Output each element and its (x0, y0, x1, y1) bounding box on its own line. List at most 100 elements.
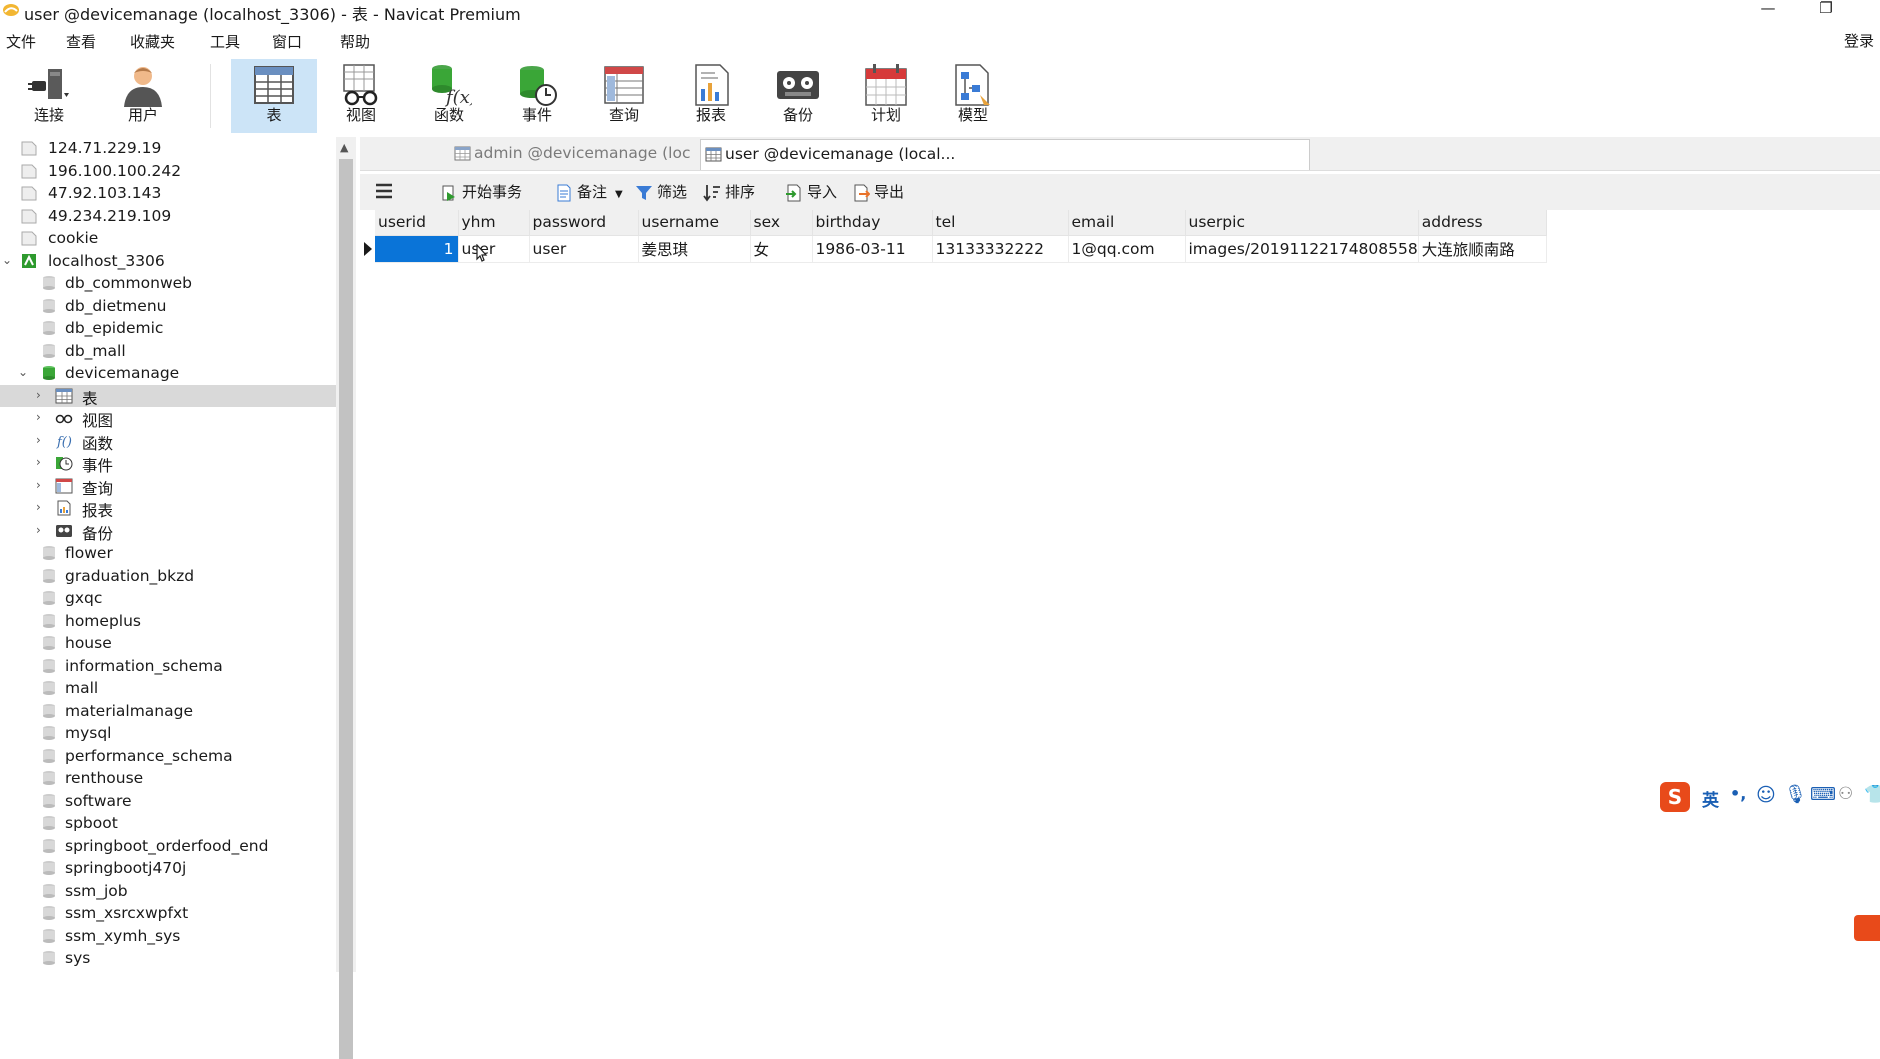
cell-userpic[interactable]: images/20191122174808558 (1185, 235, 1419, 263)
toolbar-table-button[interactable]: 表 (231, 59, 317, 133)
cell-email[interactable]: 1@qq.com (1068, 235, 1186, 263)
toolbar-view-button[interactable]: 视图 (318, 59, 404, 133)
ime-punct-label[interactable]: •, (1730, 784, 1746, 803)
user-center-icon[interactable]: ⚇ (1838, 784, 1853, 804)
tree-db-devicemanage[interactable]: ⌄ devicemanage (0, 362, 336, 385)
tree-db-homeplus[interactable]: homeplus (0, 610, 336, 633)
tree-db-ssm-xsrcxwpfxt[interactable]: ssm_xsrcxwpfxt (0, 902, 336, 925)
tree-db-graduation-bkzd[interactable]: graduation_bkzd (0, 565, 336, 588)
minimize-button[interactable]: — (1745, 0, 1791, 22)
tree-db-flower[interactable]: flower (0, 542, 336, 565)
cell-password[interactable]: user (529, 235, 639, 263)
cell-tel[interactable]: 13133332222 (932, 235, 1069, 263)
tree-db-db-epidemic[interactable]: db_epidemic (0, 317, 336, 340)
tree-db-db-mall[interactable]: db_mall (0, 340, 336, 363)
tree-connection-124-71-229-19[interactable]: 124.71.229.19 (0, 137, 336, 160)
tree-db-spboot[interactable]: spboot (0, 812, 336, 835)
menu-view[interactable]: 查看 (66, 31, 96, 52)
memo-button[interactable]: 备注 ▼ (555, 180, 623, 204)
column-header-sex[interactable]: sex (750, 210, 813, 236)
chevron-down-icon[interactable]: ▼ (615, 189, 623, 200)
ime-toolbar[interactable]: S 英 •, ☺ 🎙 ⌨ ⚇ 👕 (1660, 780, 1880, 814)
tree-connection-cookie[interactable]: cookie (0, 227, 336, 250)
tree-node-functions[interactable]: › f() 函数 (0, 430, 336, 453)
tree-db-materialmanage[interactable]: materialmanage (0, 700, 336, 723)
tree-db-springboot-orderfood-end[interactable]: springboot_orderfood_end (0, 835, 336, 858)
menu-file[interactable]: 文件 (6, 31, 36, 52)
column-header-birthday[interactable]: birthday (812, 210, 933, 236)
column-header-userid[interactable]: userid (375, 210, 459, 236)
tree-db-information-schema[interactable]: information_schema (0, 655, 336, 678)
column-header-tel[interactable]: tel (932, 210, 1069, 236)
tree-db-mall[interactable]: mall (0, 677, 336, 700)
chevron-right-icon[interactable]: › (36, 410, 48, 424)
column-header-email[interactable]: email (1068, 210, 1186, 236)
cell-userid[interactable]: 1 (375, 235, 459, 263)
restore-button[interactable]: ❐ (1803, 0, 1849, 22)
toolbar-backup-button[interactable]: 备份 (755, 59, 841, 133)
table-row[interactable]: 1useruser姜思琪女1986-03-11131333322221@qq.c… (375, 235, 1547, 263)
tree-db-springbootj470j[interactable]: springbootj470j (0, 857, 336, 880)
tree-node-views[interactable]: › 视图 (0, 407, 336, 430)
scroll-up-icon[interactable]: ▲ (340, 141, 348, 154)
filter-button[interactable]: 筛选 (635, 180, 687, 204)
keyboard-icon[interactable]: ⌨ (1810, 784, 1836, 805)
cell-sex[interactable]: 女 (750, 235, 813, 263)
column-header-username[interactable]: username (638, 210, 751, 236)
tree-connection-47-92-103-143[interactable]: 47.92.103.143 (0, 182, 336, 205)
toolbar-user-button[interactable]: 用户 (100, 59, 186, 133)
begin-transaction-button[interactable]: 开始事务 (440, 180, 522, 204)
tree-db-db-dietmenu[interactable]: db_dietmenu (0, 295, 336, 318)
toolbar-query-button[interactable]: 查询 (581, 59, 667, 133)
chevron-right-icon[interactable]: › (36, 500, 48, 514)
cell-username[interactable]: 姜思琪 (638, 235, 751, 263)
data-table[interactable]: userid yhm password username sex birthday tel e… (375, 210, 1547, 263)
column-header-password[interactable]: password (529, 210, 639, 236)
column-header-address[interactable]: address (1418, 210, 1547, 236)
menu-tools[interactable]: 工具 (210, 31, 240, 52)
toolbar-model-button[interactable]: 模型 (930, 59, 1016, 133)
export-button[interactable]: 导出 (852, 180, 904, 204)
column-header-yhm[interactable]: yhm (458, 210, 530, 236)
tree-db-performance-schema[interactable]: performance_schema (0, 745, 336, 768)
chevron-down-icon[interactable]: ⌄ (18, 365, 30, 379)
tree-db-software[interactable]: software (0, 790, 336, 813)
login-link[interactable]: 登录 (1844, 30, 1874, 51)
navigation-tree[interactable]: 124.71.229.19 196.100.100.242 47.92.103.… (0, 137, 336, 972)
toolbar-schedule-button[interactable]: 计划 (843, 59, 929, 133)
tab-admin-table[interactable]: admin @devicemanage (loc... (450, 139, 690, 170)
skin-icon[interactable]: 👕 (1864, 784, 1880, 805)
data-grid[interactable]: userid yhm password username sex birthday tel e… (360, 210, 1880, 972)
tree-db-house[interactable]: house (0, 632, 336, 655)
column-header-userpic[interactable]: userpic (1185, 210, 1419, 236)
tree-node-backups[interactable]: › 备份 (0, 520, 336, 543)
hamburger-icon[interactable] (375, 183, 393, 199)
cell-birthday[interactable]: 1986-03-11 (812, 235, 933, 263)
sogou-floating-icon[interactable] (1854, 915, 1880, 941)
cell-address[interactable]: 大连旅顺南路 (1418, 235, 1547, 263)
chevron-right-icon[interactable]: › (36, 388, 48, 402)
tree-db-ssm-job[interactable]: ssm_job (0, 880, 336, 903)
tree-db-db-commonweb[interactable]: db_commonweb (0, 272, 336, 295)
tree-db-mysql[interactable]: mysql (0, 722, 336, 745)
toolbar-report-button[interactable]: 报表 (668, 59, 754, 133)
sort-button[interactable]: 排序 (703, 180, 755, 204)
emoji-icon[interactable]: ☺ (1756, 784, 1776, 806)
menu-window[interactable]: 窗口 (272, 31, 302, 52)
menu-help[interactable]: 帮助 (340, 31, 370, 52)
tree-connection-49-234-219-109[interactable]: 49.234.219.109 (0, 205, 336, 228)
tree-node-queries[interactable]: › 查询 (0, 475, 336, 498)
tree-db-sys[interactable]: sys (0, 947, 336, 970)
import-button[interactable]: 导入 (785, 180, 837, 204)
chevron-right-icon[interactable]: › (36, 523, 48, 537)
tree-node-events[interactable]: › 事件 (0, 452, 336, 475)
tree-node-tables[interactable]: › 表 (0, 384, 336, 408)
toolbar-event-button[interactable]: 事件 (494, 59, 580, 133)
chevron-right-icon[interactable]: › (36, 433, 48, 447)
scrollbar-thumb[interactable] (339, 159, 353, 1059)
ime-mode-label[interactable]: 英 (1702, 786, 1719, 811)
sidebar-scrollbar[interactable]: ▲ (336, 137, 356, 1059)
chevron-right-icon[interactable]: › (36, 455, 48, 469)
toolbar-function-button[interactable]: f(x) 函数 (406, 59, 492, 133)
chevron-right-icon[interactable]: › (36, 478, 48, 492)
